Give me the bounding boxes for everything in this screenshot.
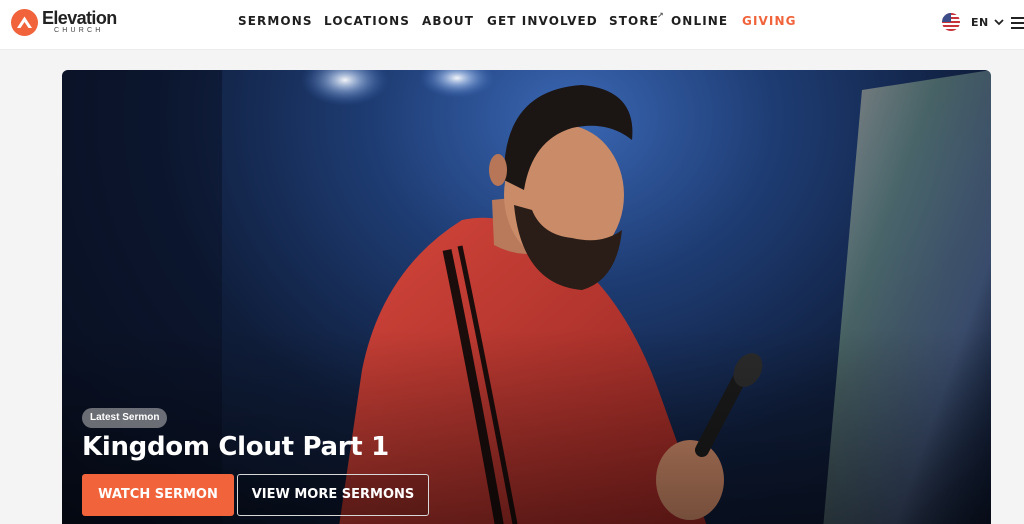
elevation-logo-icon: [11, 8, 38, 36]
nav-locations[interactable]: LOCATIONS: [324, 14, 410, 30]
nav-giving[interactable]: GIVING: [742, 14, 797, 30]
nav-online[interactable]: ONLINE: [671, 14, 728, 30]
us-flag-icon: [942, 13, 960, 31]
latest-sermon-badge: Latest Sermon: [82, 408, 168, 428]
view-more-sermons-button[interactable]: VIEW MORE SERMONS: [237, 474, 429, 516]
hero-banner: Latest Sermon Kingdom Clout Part 1 WATCH…: [62, 70, 991, 524]
nav-store-label: STORE: [609, 14, 659, 28]
watch-sermon-button[interactable]: WATCH SERMON: [82, 474, 234, 516]
hamburger-menu-icon[interactable]: [1011, 17, 1024, 31]
chevron-down-icon: [994, 19, 1004, 26]
logo-wordmark: Elevation: [42, 8, 117, 28]
nav-about[interactable]: ABOUT: [422, 14, 474, 30]
language-label: EN: [971, 15, 989, 29]
nav-sermons[interactable]: SERMONS: [238, 14, 313, 30]
nav-store[interactable]: STORE ↗: [609, 11, 664, 30]
nav-get-involved[interactable]: GET INVOLVED: [487, 14, 598, 30]
elevation-logo[interactable]: Elevation CHURCH: [11, 7, 117, 37]
site-header: Elevation CHURCH SERMONS LOCATIONS ABOUT…: [0, 0, 1024, 50]
external-link-icon: ↗: [657, 11, 665, 20]
logo-subtitle: CHURCH: [54, 27, 104, 34]
sermon-title: Kingdom Clout Part 1: [82, 432, 389, 462]
language-selector[interactable]: EN: [942, 12, 1004, 32]
